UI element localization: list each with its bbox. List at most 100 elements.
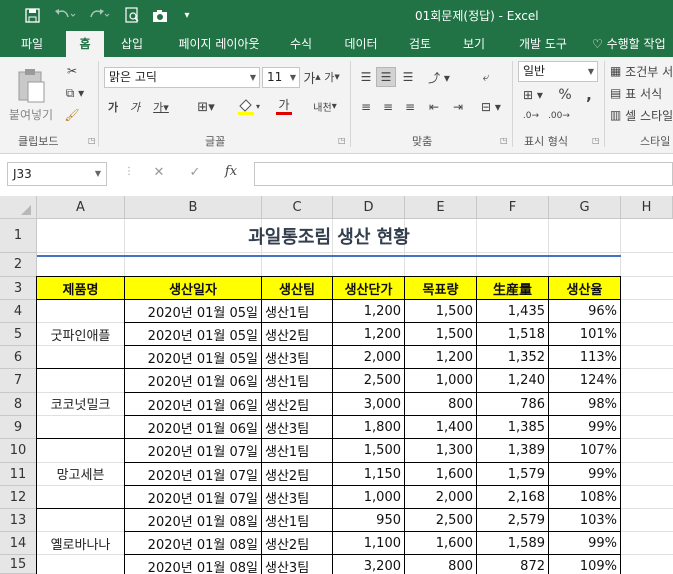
clipboard-launcher-icon[interactable]: ◳ xyxy=(88,136,96,145)
table-cell[interactable]: 1,500 xyxy=(404,299,477,323)
save-icon[interactable] xyxy=(22,4,42,26)
format-as-table-button[interactable]: ▤ 표 서식 xyxy=(610,83,673,103)
table-cell[interactable]: 2,500 xyxy=(332,368,405,393)
orientation-icon[interactable]: ⤴ ▾ xyxy=(424,67,454,87)
table-cell[interactable]: 1,500 xyxy=(332,438,405,463)
table-cell[interactable]: 1,000 xyxy=(332,485,405,509)
product-name-cell[interactable]: 망고세븐 xyxy=(36,438,125,509)
merge-center-icon[interactable]: ⊟ ▾ xyxy=(476,97,506,117)
table-cell[interactable]: 1,150 xyxy=(332,462,405,486)
table-cell[interactable]: 1,200 xyxy=(404,345,477,369)
table-header-cell[interactable]: 생산단가 xyxy=(332,276,405,300)
worksheet-grid[interactable]: ABCDEFGH 1 2 3 4 5 6 7 8 9 10 11 12 13 14 15 과일통조림 생산 … xyxy=(0,196,673,574)
table-header-cell[interactable]: 生産量 xyxy=(476,276,549,300)
borders-button[interactable]: ⊞ ▾ xyxy=(190,97,222,117)
table-header-cell[interactable]: 목표량 xyxy=(404,276,477,300)
row-header-4[interactable]: 4 xyxy=(0,300,37,323)
font-launcher-icon[interactable]: ◳ xyxy=(338,136,346,145)
underline-button[interactable]: 가 ▾ xyxy=(148,97,174,117)
table-cell[interactable]: 1,000 xyxy=(404,368,477,393)
row-header-14[interactable]: 14 xyxy=(0,532,37,555)
column-header-a[interactable]: A xyxy=(37,196,125,219)
table-cell[interactable]: 2020년 01월 06일 xyxy=(124,368,262,393)
bold-button[interactable]: 가 xyxy=(104,97,122,117)
row-header-1[interactable]: 1 xyxy=(0,219,37,253)
table-header-cell[interactable]: 생산일자 xyxy=(124,276,262,300)
table-cell[interactable]: 113% xyxy=(548,345,621,369)
table-cell[interactable]: 2020년 01월 08일 xyxy=(124,508,262,532)
number-launcher-icon[interactable]: ◳ xyxy=(592,136,600,145)
table-cell[interactable]: 109% xyxy=(548,554,621,574)
table-cell[interactable]: 3,000 xyxy=(332,392,405,416)
align-right-icon[interactable]: ≡ xyxy=(400,97,420,117)
table-cell[interactable]: 2020년 01월 06일 xyxy=(124,415,262,439)
table-cell[interactable]: 2,000 xyxy=(404,485,477,509)
table-cell[interactable]: 96% xyxy=(548,299,621,323)
table-cell[interactable]: 1,800 xyxy=(332,415,405,439)
table-cell[interactable]: 1,100 xyxy=(332,531,405,555)
comma-style-button[interactable]: , xyxy=(580,85,598,105)
decrease-indent-icon[interactable]: ⇤ xyxy=(424,97,444,117)
italic-button[interactable]: 가 xyxy=(126,97,144,117)
table-cell[interactable]: 2020년 01월 07일 xyxy=(124,438,262,463)
tab-developer[interactable]: 개발 도구 xyxy=(506,31,580,57)
table-cell[interactable]: 1,400 xyxy=(404,415,477,439)
table-cell[interactable]: 생산1팀 xyxy=(261,438,333,463)
table-cell[interactable]: 1,385 xyxy=(476,415,549,439)
font-color-button[interactable]: 가 xyxy=(268,95,300,117)
table-cell[interactable]: 800 xyxy=(404,392,477,416)
row-header-10[interactable]: 10 xyxy=(0,439,37,463)
tab-page-layout[interactable]: 페이지 레이아웃 xyxy=(166,31,272,57)
select-all-corner[interactable] xyxy=(0,196,37,219)
table-cell[interactable]: 생산3팀 xyxy=(261,554,333,574)
table-cell[interactable]: 107% xyxy=(548,438,621,463)
table-cell[interactable]: 2020년 01월 08일 xyxy=(124,554,262,574)
table-cell[interactable]: 124% xyxy=(548,368,621,393)
table-cell[interactable]: 1,600 xyxy=(404,462,477,486)
format-painter-icon[interactable]: 🖌 xyxy=(60,105,84,125)
insert-function-icon[interactable]: fx xyxy=(220,164,242,179)
row-header-15[interactable]: 15 xyxy=(0,555,37,574)
increase-indent-icon[interactable]: ⇥ xyxy=(448,97,468,117)
table-cell[interactable]: 생산1팀 xyxy=(261,299,333,323)
table-cell[interactable]: 2020년 01월 06일 xyxy=(124,392,262,416)
undo-icon[interactable] xyxy=(52,4,78,26)
accounting-format-icon[interactable]: ⊞ ▾ xyxy=(518,85,548,105)
tab-file[interactable]: 파일 xyxy=(10,31,54,57)
cancel-icon[interactable]: ✕ xyxy=(150,165,168,180)
table-cell[interactable]: 1,500 xyxy=(404,322,477,346)
conditional-formatting-button[interactable]: ▦ 조건부 서 xyxy=(610,61,673,81)
column-header-h[interactable]: H xyxy=(621,196,673,219)
table-header-cell[interactable]: 생산율 xyxy=(548,276,621,300)
table-cell[interactable]: 800 xyxy=(404,554,477,574)
align-bottom-icon[interactable]: ☰ xyxy=(398,67,418,87)
table-cell[interactable]: 생산2팀 xyxy=(261,392,333,416)
table-cell[interactable]: 98% xyxy=(548,392,621,416)
tab-home[interactable]: 홈 xyxy=(66,31,104,57)
tab-review[interactable]: 검토 xyxy=(398,31,442,57)
column-header-d[interactable]: D xyxy=(333,196,405,219)
row-header-2[interactable]: 2 xyxy=(0,253,37,277)
table-cell[interactable]: 1,200 xyxy=(332,299,405,323)
decrease-decimal-icon[interactable]: .00→ xyxy=(548,107,570,125)
row-header-13[interactable]: 13 xyxy=(0,509,37,532)
table-cell[interactable]: 생산2팀 xyxy=(261,531,333,555)
column-header-g[interactable]: G xyxy=(549,196,621,219)
phonetic-button[interactable]: 내천 ▾ xyxy=(308,95,342,117)
sheet-title[interactable]: 과일통조림 생산 현황 xyxy=(37,219,621,253)
grow-font-button[interactable]: 가 ▲ xyxy=(303,67,320,87)
table-cell[interactable]: 1,389 xyxy=(476,438,549,463)
wrap-text-icon[interactable]: ⤶ xyxy=(476,67,496,87)
table-cell[interactable]: 2020년 01월 08일 xyxy=(124,531,262,555)
tab-insert[interactable]: 삽입 xyxy=(112,31,152,57)
align-middle-icon[interactable]: ☰ xyxy=(376,67,396,87)
table-cell[interactable]: 1,435 xyxy=(476,299,549,323)
product-name-cell[interactable]: 옐로바나나 xyxy=(36,508,125,574)
name-box[interactable]: J33 ▼ xyxy=(7,162,107,186)
row-header-3[interactable]: 3 xyxy=(0,277,37,300)
table-cell[interactable]: 99% xyxy=(548,415,621,439)
camera-icon[interactable] xyxy=(150,4,172,26)
table-cell[interactable]: 99% xyxy=(548,531,621,555)
alignment-launcher-icon[interactable]: ◳ xyxy=(500,136,508,145)
column-header-c[interactable]: C xyxy=(262,196,333,219)
